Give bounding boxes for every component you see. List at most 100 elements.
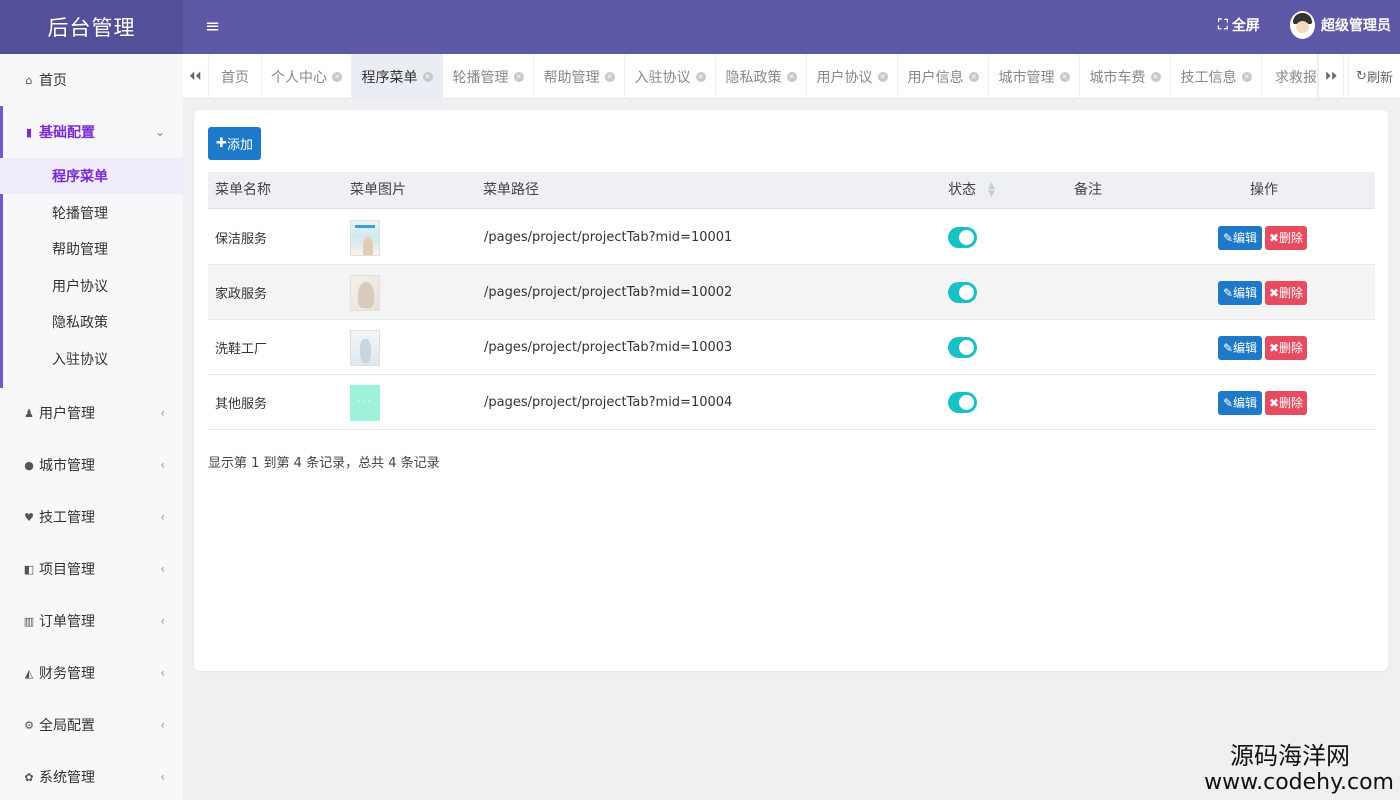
tab-user-info[interactable]: 用户信息 ✕ [898,54,989,99]
actions-cell: ✎ 编辑 ✖ 删除 [1218,265,1307,320]
edit-button[interactable]: ✎ 编辑 [1218,225,1262,250]
pagination-info: 显示第 1 到第 4 条记录，总共 4 条记录 [208,456,440,471]
tab-privacy[interactable]: 隐私政策 ✕ [716,54,807,99]
menu-thumbnail[interactable] [350,329,380,366]
close-icon[interactable]: ✕ [1241,71,1252,82]
tab-label: 首页 [221,69,249,86]
watermark: 源码海洋网 www.codehy.com [1204,742,1394,796]
sidebar-item-label: 项目管理 [39,562,95,578]
menu-image-cell [350,210,380,265]
sidebar-item-label: 用户管理 [39,406,95,422]
app-logo[interactable]: 后台管理 [0,0,183,54]
sidebar-item-global-config[interactable]: ⚙ 全局配置 ‹ [0,699,183,751]
column-header-status[interactable]: 状态 ▲ ▼ [948,172,995,209]
edit-button[interactable]: ✎ 编辑 [1218,390,1262,415]
delete-button[interactable]: ✖ 删除 [1265,280,1307,305]
delete-button[interactable]: ✖ 删除 [1265,335,1307,360]
menu-image-cell [350,265,380,320]
sidebar-subitem-help[interactable]: 帮助管理 [0,231,183,267]
chevron-left-icon: ‹ [160,666,165,680]
tab-carousel[interactable]: 轮播管理 ✕ [443,54,534,99]
tab-city-fare[interactable]: 城市车费 ✕ [1080,54,1171,99]
sidebar: ⌂ 首页 ▮ 基础配置 ⌄ 程序菜单 轮播管理 帮助管理 用户协议 隐私政策 入… [0,54,183,800]
sidebar-item-system[interactable]: ✿ 系统管理 ‹ [0,751,183,800]
delete-label: 删除 [1279,286,1304,300]
add-button[interactable]: ✚ 添加 [208,127,261,160]
sidebar-item-label: 城市管理 [39,458,95,474]
status-cell [948,375,977,430]
status-cell [948,210,977,265]
status-toggle[interactable] [948,337,977,358]
tab-label: 轮播管理 [452,69,509,86]
close-icon[interactable]: ✕ [1059,71,1070,82]
fullscreen-icon: ⛶ [1218,17,1228,33]
status-toggle[interactable] [948,227,977,248]
gears-icon: ⚙ [24,718,34,732]
close-icon[interactable]: ✕ [1150,71,1161,82]
tab-personal-center[interactable]: 个人中心 ✕ [262,54,352,99]
edit-icon: ✎ [1222,340,1234,355]
tab-user-agreement[interactable]: 用户协议 ✕ [807,54,898,99]
menu-path: /pages/project/projectTab?mid=10003 [484,340,733,355]
edit-button[interactable]: ✎ 编辑 [1218,280,1262,305]
sidebar-item-home[interactable]: ⌂ 首页 [0,54,183,106]
close-icon[interactable]: ✕ [604,71,615,82]
status-cell [948,265,977,320]
status-toggle[interactable] [948,282,977,303]
close-icon[interactable]: ✕ [513,71,524,82]
sidebar-item-finance[interactable]: ◭ 财务管理 ‹ [0,647,183,699]
sidebar-item-users[interactable]: ♟ 用户管理 ‹ [0,387,183,439]
tab-technician-info[interactable]: 技工信息 ✕ [1171,54,1262,99]
sidebar-item-config[interactable]: ▮ 基础配置 ⌄ [0,106,183,158]
tabs-prev-icon[interactable]: ⏴⏴ [183,54,209,99]
chevron-left-icon: ‹ [160,562,165,576]
tabs-next-icon[interactable]: ⏵⏵ [1318,54,1344,99]
sidebar-item-technicians[interactable]: ♥ 技工管理 ‹ [0,491,183,543]
fullscreen-button[interactable]: ⛶ 全屏 [1218,15,1260,35]
heart-icon: ♥ [24,510,34,524]
area-chart-icon: ◭ [24,666,34,680]
status-toggle[interactable] [948,392,977,413]
sidebar-subitem-privacy[interactable]: 隐私政策 [0,304,183,340]
edit-button[interactable]: ✎ 编辑 [1218,335,1262,360]
sidebar-group-config: ▮ 基础配置 ⌄ 程序菜单 轮播管理 帮助管理 用户协议 隐私政策 入驻协议 [0,106,183,388]
delete-button[interactable]: ✖ 删除 [1265,390,1307,415]
close-icon: ✖ [1268,285,1280,300]
delete-button[interactable]: ✖ 删除 [1265,225,1307,250]
sidebar-subitem-carousel[interactable]: 轮播管理 [0,195,183,231]
chevron-left-icon: ‹ [160,458,165,472]
table-row: 洗鞋工厂 /pages/project/projectTab?mid=10003… [208,320,1375,375]
menu-thumbnail[interactable]: ··· [350,384,380,421]
menu-toggle-icon[interactable]: ≡ [205,16,220,38]
sidebar-subitem-settle-agreement[interactable]: 入驻协议 [0,341,183,377]
bar-chart-icon: ▥ [23,614,35,628]
tab-city-management[interactable]: 城市管理 ✕ [989,54,1080,99]
close-icon[interactable]: ✕ [877,71,888,82]
delete-label: 删除 [1279,396,1304,410]
close-icon[interactable]: ✕ [695,71,706,82]
refresh-button[interactable]: ↻ 刷新 [1348,54,1400,99]
close-icon[interactable]: ✕ [968,71,979,82]
tab-home[interactable]: 首页 [209,54,262,99]
cog-icon: ✿ [24,770,34,784]
tab-settle-agreement[interactable]: 入驻协议 ✕ [625,54,716,99]
tab-help[interactable]: 帮助管理 ✕ [534,54,625,99]
sidebar-item-cities[interactable]: ● 城市管理 ‹ [0,439,183,491]
sidebar-subitem-program-menu[interactable]: 程序菜单 [0,158,183,194]
sidebar-item-projects[interactable]: ◧ 项目管理 ‹ [0,543,183,595]
close-icon[interactable]: ✕ [786,71,797,82]
close-icon[interactable]: ✕ [422,71,433,82]
user-menu[interactable]: 超级管理员 [1290,11,1391,39]
tab-program-menu[interactable]: 程序菜单 ✕ [352,54,443,99]
sidebar-subitem-user-agreement[interactable]: 用户协议 [0,268,183,304]
menu-thumbnail[interactable] [350,274,380,311]
menu-path: /pages/project/projectTab?mid=10001 [484,230,733,245]
close-icon[interactable]: ✕ [332,71,342,82]
sidebar-item-orders[interactable]: ▥ 订单管理 ‹ [0,595,183,647]
tab-label: 程序菜单 [361,69,418,86]
column-header-image: 菜单图片 [350,182,406,198]
close-icon: ✖ [1268,230,1280,245]
tab-sos-alarm[interactable]: 求救报警 [1262,54,1318,99]
menu-thumbnail[interactable] [350,219,380,256]
table-header: 菜单名称 菜单图片 菜单路径 状态 ▲ ▼ 备注 操作 [208,172,1375,209]
